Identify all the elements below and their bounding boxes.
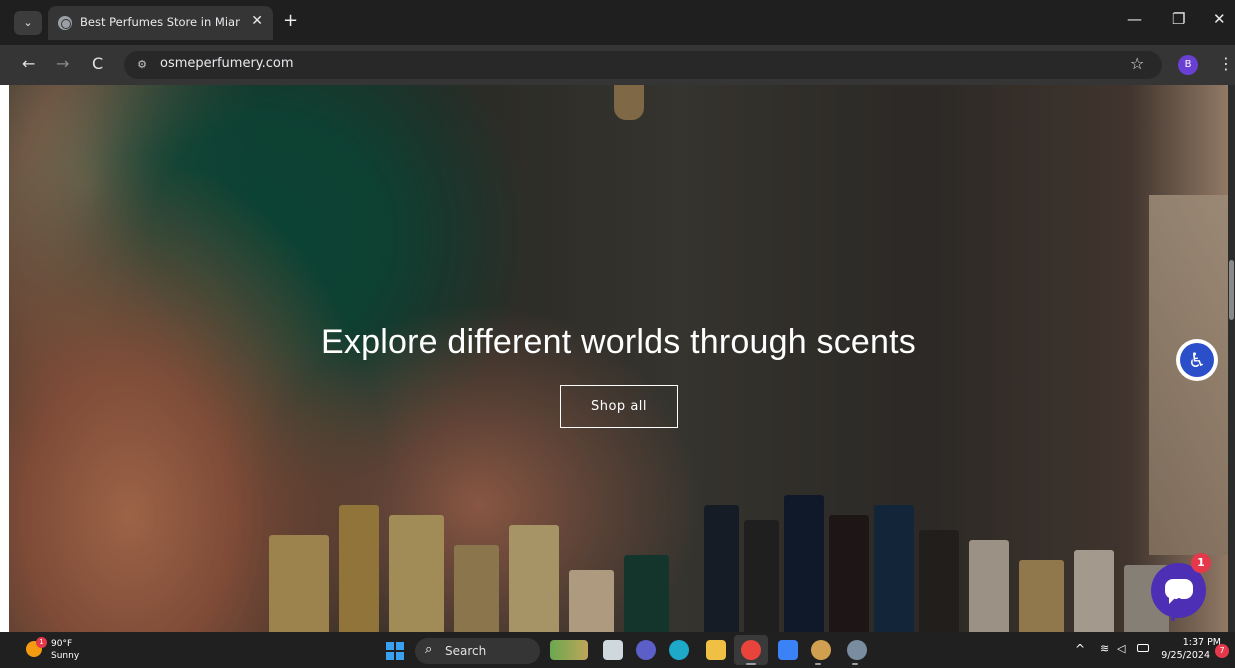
wifi-icon[interactable]: ≋ [1100, 642, 1109, 655]
tab-search-button[interactable]: ⌄ [14, 11, 42, 35]
close-tab-icon[interactable]: ✕ [251, 13, 263, 29]
url-text[interactable]: osmeperfumery.com [160, 56, 294, 71]
file-explorer-icon[interactable] [706, 640, 726, 660]
battery-icon[interactable] [1137, 644, 1149, 652]
chrome-browser-icon[interactable] [741, 640, 761, 660]
browser-tab-active[interactable]: Best Perfumes Store in Miami, FL | ✕ [48, 6, 273, 40]
globe-icon [58, 16, 72, 30]
chat-bubble-icon [1165, 579, 1193, 621]
browser-tabbar: ⌄ Best Perfumes Store in Miami, FL | ✕ +… [0, 0, 1235, 45]
volume-icon[interactable]: ◁ [1117, 642, 1125, 655]
chevron-down-icon: ⌄ [23, 16, 33, 29]
notification-badge[interactable]: 7 [1215, 644, 1229, 658]
taskbar-search-box[interactable]: ⌕ Search [415, 638, 540, 664]
running-indicator [746, 663, 756, 665]
running-indicator [815, 663, 821, 665]
browser-menu-icon[interactable]: ⋮ [1218, 54, 1234, 73]
windows-start-button[interactable] [386, 642, 404, 660]
back-arrow-icon[interactable]: ← [22, 54, 35, 73]
accessibility-icon: ♿ [1180, 343, 1214, 377]
desktop-screen: ⌄ Best Perfumes Store in Miami, FL | ✕ +… [0, 0, 1235, 668]
window-close-icon[interactable]: ✕ [1213, 10, 1226, 28]
address-bar[interactable]: ⚙ osmeperfumery.com [124, 51, 1162, 79]
app-icon[interactable] [811, 640, 831, 660]
profile-avatar[interactable]: B [1178, 55, 1198, 75]
running-indicator [852, 663, 858, 665]
clock-time[interactable]: 1:37 PM [1169, 637, 1221, 648]
accessibility-button[interactable]: ♿ [1176, 339, 1218, 381]
shop-all-button[interactable]: Shop all [560, 385, 678, 428]
restore-icon[interactable]: ❐ [1172, 10, 1185, 28]
minimize-icon[interactable]: — [1127, 10, 1142, 28]
edge-browser-icon[interactable] [669, 640, 689, 660]
forward-arrow-icon[interactable]: → [56, 54, 69, 73]
site-info-icon[interactable]: ⚙ [132, 56, 152, 74]
search-icon: ⌕ [425, 642, 433, 657]
reload-icon[interactable]: C [92, 54, 103, 73]
bookmark-star-icon[interactable]: ☆ [1130, 54, 1144, 73]
meet-icon[interactable] [636, 640, 656, 660]
settings-gear-icon[interactable] [847, 640, 867, 660]
show-hidden-icons-icon[interactable]: ^ [1075, 642, 1085, 656]
weather-description[interactable]: Sunny [51, 651, 79, 661]
new-tab-button[interactable]: + [283, 10, 298, 31]
page-viewport: Explore different worlds through scents … [9, 85, 1228, 632]
hero-heading: Explore different worlds through scents [321, 323, 916, 361]
clock-date[interactable]: 9/25/2024 [1160, 650, 1210, 661]
microsoft-store-icon[interactable] [778, 640, 798, 660]
weather-temperature[interactable]: 90°F [51, 639, 72, 649]
widgets-icon[interactable] [550, 640, 588, 660]
search-label: Search [445, 644, 487, 658]
windows-taskbar: 1 90°F Sunny ⌕ Search ^ ≋ ◁ 1:37 PM 9/25… [0, 632, 1235, 668]
tab-title: Best Perfumes Store in Miami, FL | [80, 15, 240, 29]
task-view-icon[interactable] [603, 640, 623, 660]
page-scrollbar[interactable] [1228, 85, 1235, 632]
browser-toolbar: ← → C ⚙ osmeperfumery.com ☆ B ⋮ [0, 45, 1235, 85]
weather-alert-badge: 1 [36, 637, 47, 648]
scrollbar-thumb[interactable] [1229, 260, 1234, 320]
chat-unread-badge: 1 [1191, 553, 1211, 573]
